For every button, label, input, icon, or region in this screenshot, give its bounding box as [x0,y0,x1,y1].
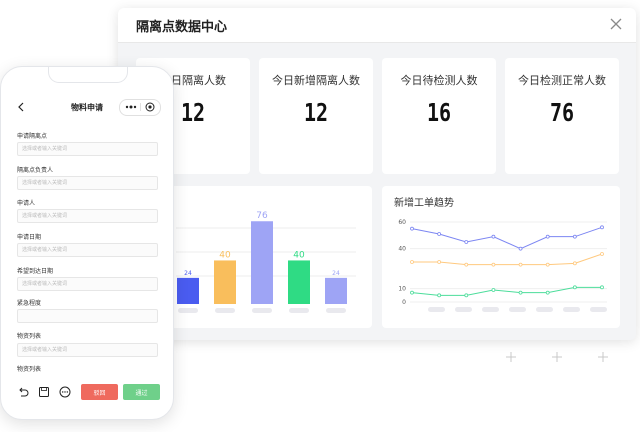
data-point [437,293,442,298]
y-tick-label: 60 [398,219,406,226]
isolation-site-input[interactable] [17,142,158,156]
data-point [572,234,577,239]
x-tick-placeholder [482,307,499,312]
plus-icon [552,352,562,362]
more-icon[interactable] [125,105,137,109]
x-tick-placeholder [215,308,235,313]
form-label-material-list: 物资列表 [17,333,42,340]
data-point [545,262,550,267]
bar [288,260,310,304]
phone-nav-bar: 物料申请 [1,95,173,121]
bar [214,260,236,304]
data-point [572,261,577,266]
form-label-apply-date: 申请日期 [17,234,42,241]
data-point [464,240,469,244]
x-tick-placeholder [509,307,526,312]
close-icon[interactable] [608,16,624,32]
y-tick-label: 0 [402,299,406,306]
x-tick-placeholder [563,307,580,312]
stat-value: 16 [426,98,452,127]
bar-value-label: 76 [256,211,268,221]
line-chart: 60 40 10 0 [398,219,607,312]
data-point [464,262,469,267]
plus-icon [506,352,516,362]
approve-button[interactable]: 通过 [123,384,160,400]
data-point [437,260,442,264]
data-point [600,225,604,230]
phone-notch [48,67,128,83]
stat-card-normal-test-today: 今日检测正常人数 76 [505,58,619,174]
urgency-input[interactable] [17,309,158,323]
data-point [518,290,523,295]
x-tick-placeholder [428,307,445,312]
form-label-applicant: 申请人 [17,200,36,207]
data-point [491,288,496,292]
stat-value: 12 [303,98,329,127]
y-tick-label: 40 [398,246,406,253]
x-tick-placeholder [455,307,472,312]
stat-card-new-isolated-today: 今日新增隔离人数 12 [259,58,373,174]
x-tick-placeholder [289,308,309,313]
target-icon[interactable] [145,102,155,112]
line-chart-card: 新增工单趋势 60 40 10 0 [382,186,620,328]
bar [325,277,347,304]
data-point [600,285,604,290]
x-tick-placeholder [178,308,198,313]
bar [177,277,199,304]
bar-value-label: 40 [219,250,231,260]
site-manager-input[interactable] [17,176,158,190]
mini-program-capsule [119,99,161,116]
apply-date-input[interactable] [17,243,158,257]
plus-icon [598,352,608,362]
stat-label: 今日检测正常人数 [518,74,606,87]
dashboard-window: 隔离点数据中心 今日隔离人数 12 今日新增隔离人数 12 今日待检测人数 16… [118,8,636,340]
y-tick-label: 10 [398,286,406,293]
stat-value: 76 [549,98,575,127]
phone-action-bar: 驳回 通过 [1,379,173,405]
dashboard-title: 隔离点数据中心 [136,20,228,35]
data-point [410,260,414,264]
more-circle-icon[interactable] [59,386,71,398]
data-point [600,252,604,256]
undo-icon[interactable] [17,386,29,398]
x-tick-placeholder [326,308,346,313]
data-point [518,246,523,251]
data-point [437,232,442,236]
data-point [464,293,469,298]
reject-button[interactable]: 驳回 [81,384,118,400]
data-point [518,262,523,267]
save-icon[interactable] [38,386,50,398]
bar-value-label: 24 [184,270,192,277]
bar-value-label: 24 [332,270,340,277]
material-list-input[interactable] [17,343,158,357]
form-label-urgency: 紧急程度 [17,300,42,307]
data-point [491,234,496,239]
data-point [410,290,414,295]
phone-mockup: 物料申请 申请隔离点 隔离点负责人 申请人 申请日期 希望到达日期 紧急程度 物… [0,66,174,420]
form-label-material-list-2: 物资列表 [17,366,42,373]
stat-label: 今日待检测人数 [400,74,478,87]
data-point [572,285,577,290]
data-point [410,226,414,231]
dashboard-header: 隔离点数据中心 [118,8,636,43]
capsule-divider [140,103,141,111]
x-tick-placeholder [590,307,607,312]
data-point [491,262,496,267]
expected-arrival-date-input[interactable] [17,277,158,291]
form-label-isolation-site: 申请隔离点 [17,133,48,140]
series-line [411,226,603,250]
stat-label: 今日新增隔离人数 [272,74,360,87]
data-point [545,290,550,295]
form-label-expected-arrival-date: 希望到达日期 [17,268,54,275]
bar [251,221,273,304]
stat-card-pending-test-today: 今日待检测人数 16 [382,58,496,174]
data-point [545,234,550,239]
x-tick-placeholder [536,307,553,312]
applicant-input[interactable] [17,209,158,223]
form-label-site-manager: 隔离点负责人 [17,167,54,174]
x-tick-placeholder [252,308,272,313]
bar-value-label: 40 [293,250,305,260]
